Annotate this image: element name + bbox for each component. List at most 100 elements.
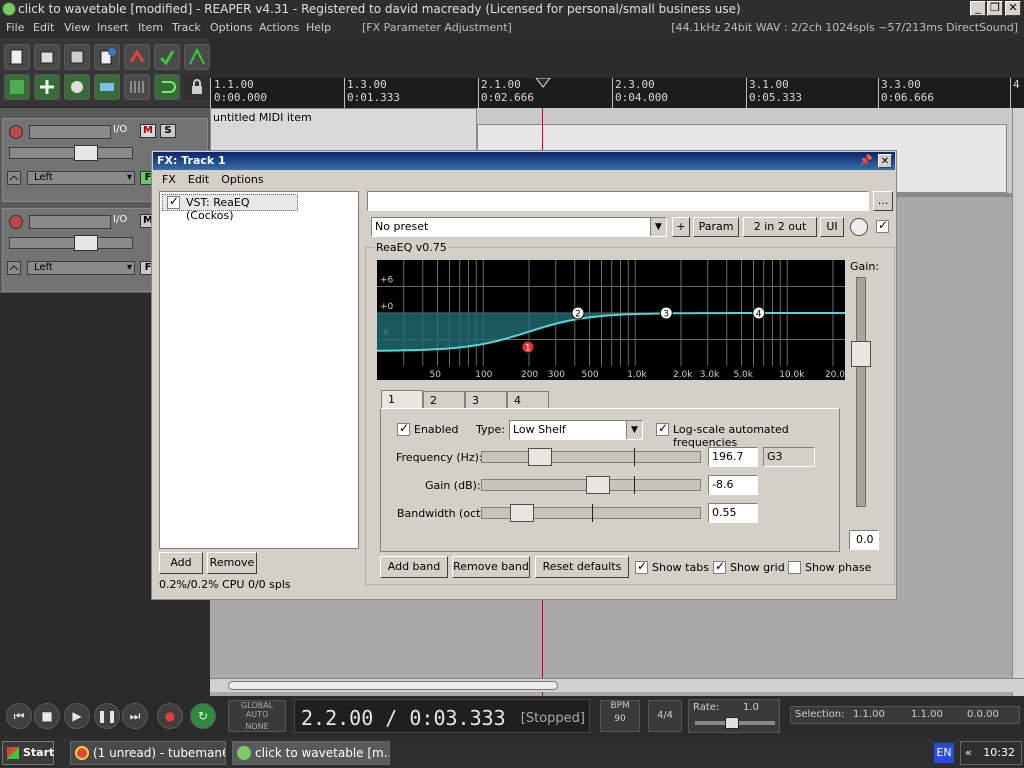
add-preset-button[interactable]: + <box>672 217 690 237</box>
wet-knob-icon[interactable] <box>850 218 868 236</box>
menu-view[interactable]: View <box>64 18 90 38</box>
lock-icon[interactable] <box>184 74 210 100</box>
bandwidth-field[interactable]: 0.55 <box>708 503 758 523</box>
playrate-control[interactable]: Rate: 1.0 <box>688 699 780 733</box>
channel-select[interactable]: Left ▾ <box>27 261 135 275</box>
go-to-start-icon[interactable]: ⏮ <box>6 703 32 729</box>
menu-insert[interactable]: Insert <box>97 18 129 38</box>
record-arm-icon[interactable] <box>9 215 23 229</box>
bypass-checkbox[interactable] <box>876 218 889 233</box>
remove-band-button[interactable]: Remove band <box>452 556 530 578</box>
pin-icon[interactable]: 📌 <box>859 152 873 170</box>
language-indicator[interactable]: EN <box>934 743 954 763</box>
show-grid-checkbox[interactable] <box>713 559 726 574</box>
repeat-icon[interactable]: ↻ <box>190 703 216 729</box>
play-icon[interactable]: ▶ <box>64 703 90 729</box>
restore-button[interactable]: ❐ <box>987 1 1003 16</box>
menu-file[interactable]: File <box>6 18 24 38</box>
tab-band-2[interactable]: 2 <box>423 391 465 409</box>
gain-fader[interactable] <box>851 277 871 507</box>
log-scale-checkbox[interactable] <box>656 421 669 436</box>
selection-display[interactable]: Selection: 1.1.00 1.1.00 0.0.00 <box>790 706 1020 724</box>
band-enabled-checkbox[interactable] <box>397 421 410 436</box>
mute-button[interactable]: M <box>140 124 156 138</box>
show-tabs-checkbox[interactable] <box>635 559 648 574</box>
go-to-end-icon[interactable]: ⏭ <box>122 703 148 729</box>
gain-value-field[interactable]: 0.0 <box>849 530 879 550</box>
gain-slider-thumb[interactable] <box>586 476 610 494</box>
preset-select[interactable]: No preset ▼ <box>371 217 667 237</box>
snap-icon[interactable] <box>124 74 150 100</box>
add-fx-button[interactable]: Add <box>159 552 203 574</box>
ui-button[interactable]: UI <box>820 217 844 237</box>
scroll-thumb[interactable] <box>228 681 558 690</box>
close-icon[interactable]: ✕ <box>878 154 892 168</box>
playhead-marker-icon[interactable] <box>535 78 551 88</box>
project-settings-icon[interactable] <box>94 44 120 70</box>
bandwidth-slider-thumb[interactable] <box>510 504 534 522</box>
channel-select[interactable]: Left ▾ <box>27 171 135 185</box>
bpm-display[interactable]: BPM 90 <box>600 700 640 732</box>
record-icon[interactable]: ● <box>157 703 183 729</box>
open-project-icon[interactable] <box>34 44 60 70</box>
close-button[interactable]: ✕ <box>1005 1 1021 16</box>
fx-chain-item[interactable]: VST: ReaEQ (Cockos) <box>162 194 298 222</box>
frequency-slider-thumb[interactable] <box>528 448 552 466</box>
show-phase-checkbox[interactable] <box>788 561 801 574</box>
browse-button[interactable]: ... <box>873 191 893 211</box>
menu-actions[interactable]: Actions <box>259 18 299 38</box>
menu-help[interactable]: Help <box>306 18 331 38</box>
reset-defaults-button[interactable]: Reset defaults <box>535 556 629 578</box>
plugin-path-field[interactable] <box>367 191 869 211</box>
fx-menu-edit[interactable]: Edit <box>188 173 209 186</box>
envelope-icon[interactable] <box>7 261 21 275</box>
routing-button[interactable]: 2 in 2 out <box>743 217 817 237</box>
gain-fader-thumb[interactable] <box>851 341 871 367</box>
trim-icon[interactable] <box>184 44 210 70</box>
io-button[interactable]: I/O <box>113 214 127 225</box>
volume-thumb[interactable] <box>74 145 98 161</box>
volume-slider[interactable] <box>9 145 133 161</box>
ripple-edit-icon[interactable] <box>34 74 60 100</box>
band-type-select[interactable]: Low Shelf ▼ <box>509 420 643 440</box>
param-button[interactable]: Param <box>693 217 739 237</box>
record-arm-icon[interactable] <box>9 125 23 139</box>
tray-expand-icon[interactable]: « <box>965 742 972 764</box>
menu-options[interactable]: Options <box>210 18 252 38</box>
tab-band-3[interactable]: 3 <box>465 391 507 409</box>
taskbar-item-reaper[interactable]: click to wavetable [m... <box>232 741 390 765</box>
item-grouping-icon[interactable] <box>64 74 90 100</box>
eq-curve[interactable]: +6+0-6501002003005001.0k2.0k3.0k5.0k10.0… <box>377 260 851 380</box>
envelope-icon[interactable] <box>7 171 21 185</box>
save-project-icon[interactable] <box>64 44 90 70</box>
track-name-field[interactable] <box>29 215 111 229</box>
redo-icon[interactable] <box>154 44 180 70</box>
menu-edit[interactable]: Edit <box>33 18 54 38</box>
new-project-icon[interactable] <box>4 44 30 70</box>
track-name-field[interactable] <box>29 125 111 139</box>
tab-band-1[interactable]: 1 <box>381 390 423 409</box>
time-display[interactable]: 2.2.00 / 0:03.333 [Stopped] <box>294 699 590 733</box>
tab-band-4[interactable]: 4 <box>507 391 549 409</box>
rate-slider-thumb[interactable] <box>725 717 739 729</box>
bandwidth-slider[interactable] <box>481 504 701 522</box>
pause-icon[interactable]: ❚❚ <box>94 703 120 729</box>
horizontal-scrollbar[interactable] <box>210 678 1024 692</box>
io-button[interactable]: I/O <box>113 124 127 135</box>
minimize-button[interactable]: _ <box>970 1 986 16</box>
fx-menu-options[interactable]: Options <box>221 173 263 186</box>
menu-track[interactable]: Track <box>172 18 201 38</box>
fx-window[interactable]: FX: Track 1 📌 ✕ FX Edit Options VST: ReaEQ… <box>151 150 897 600</box>
fx-chain-list[interactable]: VST: ReaEQ (Cockos) <box>159 191 359 549</box>
add-band-button[interactable]: Add band <box>380 556 448 578</box>
grid-toggle-icon[interactable] <box>4 74 30 100</box>
frequency-slider[interactable] <box>481 448 701 466</box>
loop-icon[interactable] <box>154 74 180 100</box>
global-auto-button[interactable]: GLOBAL AUTO NONE <box>228 700 286 732</box>
undo-icon[interactable] <box>124 44 150 70</box>
taskbar-item-chrome[interactable]: (1 unread) - tubeman61... <box>70 741 226 765</box>
fx-enable-checkbox[interactable] <box>167 194 180 209</box>
gain-slider[interactable] <box>481 476 701 494</box>
vertical-scrollbar[interactable] <box>1012 108 1024 696</box>
time-signature[interactable]: 4/4 <box>648 700 682 732</box>
